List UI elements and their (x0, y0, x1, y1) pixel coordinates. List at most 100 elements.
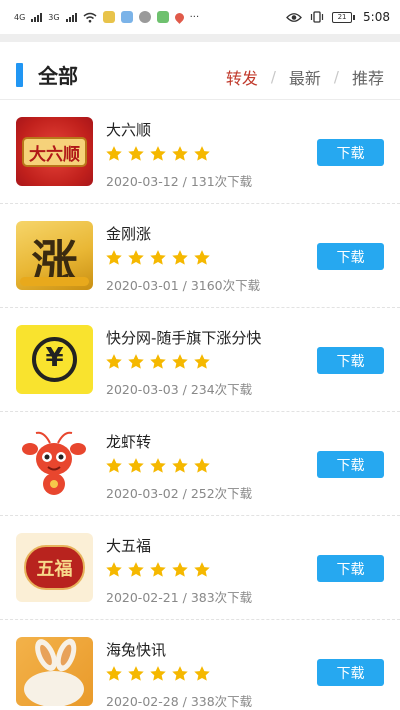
list-item[interactable]: 龙虾转 2020-03-02 / 252次下载 下载 (0, 412, 400, 516)
list-item[interactable]: 五福 大五福 2020-02-21 / 383次下载 下载 (0, 516, 400, 620)
app-name[interactable]: 龙虾转 (106, 431, 151, 452)
status-right-icons: 21 5:08 (286, 8, 390, 26)
star-icon (106, 458, 122, 473)
rating-stars (105, 145, 211, 163)
release-date: 2020-02-28 (106, 694, 179, 709)
tab-separator: / (333, 68, 339, 86)
lobster-app-icon[interactable] (16, 429, 93, 498)
star-icon (150, 458, 166, 473)
daliushun-icon-text: 大六顺 (29, 145, 80, 165)
haitu-app-icon[interactable] (16, 637, 93, 706)
release-date: 2020-02-21 (106, 590, 179, 605)
tab-latest[interactable]: 最新 (289, 65, 321, 89)
rating-stars (105, 249, 211, 267)
more-notifications-icon: ··· (189, 11, 200, 23)
app-name[interactable]: 大五福 (106, 535, 151, 556)
status-left-icons: 4G 3G ··· (14, 9, 199, 25)
rating-stars (105, 561, 211, 579)
list-item[interactable]: ¥ 快分网-随手旗下涨分快 2020-03-03 / 234次下载 下载 (0, 308, 400, 412)
app-meta: 2020-03-03 / 234次下载 (106, 382, 253, 397)
star-icon (150, 250, 166, 265)
rating-stars (105, 457, 211, 475)
app-meta: 2020-03-02 / 252次下载 (106, 486, 253, 501)
download-count: 131次下载 (190, 174, 253, 189)
star-icon (128, 666, 144, 681)
wifi-icon (83, 12, 97, 22)
download-button[interactable]: 下载 (317, 139, 384, 166)
app-meta: 2020-03-12 / 131次下载 (106, 174, 253, 189)
star-icon (150, 354, 166, 369)
app-name[interactable]: 快分网-随手旗下涨分快 (106, 327, 261, 348)
star-icon (106, 562, 122, 577)
list-item[interactable]: 海兔快讯 2020-02-28 / 338次下载 下载 (0, 620, 400, 710)
download-count: 383次下载 (190, 590, 253, 605)
yen-icon: ¥ (45, 343, 64, 373)
star-icon (194, 250, 210, 265)
app-name[interactable]: 大六顺 (106, 119, 151, 140)
download-button[interactable]: 下载 (317, 347, 384, 374)
jingangzhang-app-icon[interactable]: 涨 (16, 221, 93, 290)
download-count: 3160次下载 (190, 278, 261, 293)
wechat-icon (138, 11, 151, 23)
download-button[interactable]: 下载 (317, 451, 384, 478)
battery-level: 21 (332, 11, 353, 23)
star-icon (128, 146, 144, 161)
dawufu-icon-text: 五福 (36, 559, 73, 580)
star-icon (150, 666, 166, 681)
star-icon (106, 146, 122, 161)
star-icon (128, 562, 144, 577)
dawufu-app-icon[interactable]: 五福 (16, 533, 93, 602)
star-icon (150, 562, 166, 577)
sort-tabs: 转发 / 最新 / 推荐 (226, 65, 384, 89)
star-icon (106, 666, 122, 681)
app-meta: 2020-02-21 / 383次下载 (106, 590, 253, 605)
app-name[interactable]: 金刚涨 (106, 223, 151, 244)
signal-icon (31, 12, 43, 22)
signal-3g-label: 3G (48, 12, 60, 22)
rating-stars (105, 353, 211, 371)
lobster-icon (22, 431, 86, 495)
app-name[interactable]: 海兔快讯 (106, 639, 166, 660)
release-date: 2020-03-03 (106, 382, 179, 397)
location-pin-icon (172, 10, 186, 24)
app-meta: 2020-02-28 / 338次下载 (106, 694, 253, 709)
download-button[interactable]: 下载 (317, 659, 384, 686)
download-button[interactable]: 下载 (317, 243, 384, 270)
star-icon (194, 146, 210, 161)
signal-icon-2 (65, 12, 77, 22)
daliushun-app-icon[interactable]: 大六顺 (16, 117, 93, 186)
rating-stars (105, 665, 211, 683)
notification-app-icon-2 (120, 11, 133, 23)
star-icon (172, 458, 188, 473)
download-count: 234次下载 (190, 382, 253, 397)
rabbit-icon (24, 638, 84, 706)
release-date: 2020-03-01 (106, 278, 179, 293)
tab-forward[interactable]: 转发 (226, 65, 258, 89)
star-icon (128, 354, 144, 369)
download-button[interactable]: 下载 (317, 555, 384, 582)
release-date: 2020-03-12 (106, 174, 179, 189)
app-meta: 2020-03-01 / 3160次下载 (106, 278, 261, 293)
tab-recommended[interactable]: 推荐 (352, 65, 384, 89)
star-icon (172, 666, 188, 681)
download-count: 338次下载 (190, 694, 253, 709)
category-header: 全部 转发 / 最新 / 推荐 (0, 42, 400, 100)
star-icon (194, 666, 210, 681)
star-icon (172, 250, 188, 265)
star-icon (194, 562, 210, 577)
star-icon (172, 354, 188, 369)
title-accent-bar (16, 63, 23, 87)
notification-app-icon-1 (102, 11, 115, 23)
list-item[interactable]: 大六顺 大六顺 2020-03-12 / 131次下载 下载 (0, 100, 400, 204)
list-item[interactable]: 涨 金刚涨 2020-03-01 / 3160次下载 下载 (0, 204, 400, 308)
download-count: 252次下载 (190, 486, 253, 501)
star-icon (128, 458, 144, 473)
signal-4g-label: 4G (14, 12, 26, 22)
star-icon (106, 250, 122, 265)
star-icon (150, 146, 166, 161)
kuaifen-app-icon[interactable]: ¥ (16, 325, 93, 394)
vibrate-icon (310, 11, 324, 23)
page-title: 全部 (38, 64, 78, 88)
status-bar: 4G 3G ··· 21 5:08 (0, 0, 400, 34)
star-icon (128, 250, 144, 265)
